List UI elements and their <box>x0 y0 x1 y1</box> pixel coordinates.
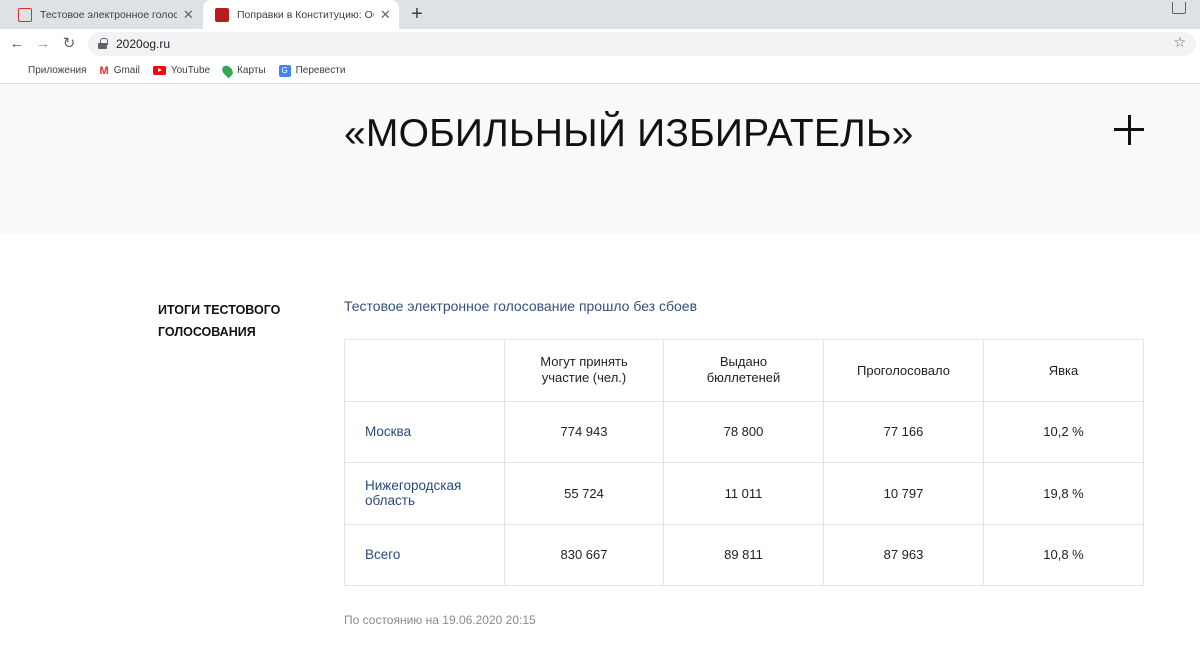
eligible-cell: 830 667 <box>504 523 664 586</box>
table-row: Всего 830 667 89 811 87 963 10,8 % <box>344 523 1144 586</box>
bookmark-label: Gmail <box>113 65 140 76</box>
address-bar[interactable]: 2020og.ru ☆ <box>88 32 1196 56</box>
maps-icon <box>220 63 236 78</box>
turnout-cell: 10,2 % <box>983 400 1144 463</box>
column-header-region <box>344 339 505 402</box>
reload-button[interactable]: ↻ <box>58 33 80 55</box>
region-cell[interactable]: Нижегородская область <box>344 462 505 525</box>
voted-cell: 77 166 <box>823 400 984 463</box>
close-icon[interactable]: ✕ <box>380 7 391 23</box>
section-heading-line1: ИТОГИ ТЕСТОВОГО <box>158 303 281 317</box>
lock-icon[interactable] <box>98 38 108 49</box>
bookmark-translate[interactable]: G Перевести <box>278 64 346 77</box>
section-subtitle: Тестовое электронное голосование прошло … <box>344 298 698 314</box>
region-cell[interactable]: Москва <box>344 400 505 463</box>
bookmark-label: Карты <box>237 65 266 76</box>
bookmark-label: Приложения <box>28 65 87 76</box>
column-header-issued: Выдано бюллетеней <box>663 339 824 402</box>
document-icon <box>18 7 32 22</box>
tab-constitution[interactable]: Поправки в Конституцию: Общеро ✕ <box>203 0 399 29</box>
turnout-cell: 19,8 % <box>983 462 1144 525</box>
expand-plus-icon[interactable] <box>1114 115 1144 145</box>
apps-grid-icon <box>12 65 23 76</box>
hero-banner: «МОБИЛЬНЫЙ ИЗБИРАТЕЛЬ» <box>0 85 1200 234</box>
tab-search-icon[interactable] <box>1172 2 1186 14</box>
toolbar: ← → ↻ 2020og.ru ☆ <box>0 29 1200 58</box>
bookmark-maps[interactable]: Карты <box>220 63 266 78</box>
tab-title: Поправки в Конституцию: Общеро <box>237 8 374 21</box>
table-row: Нижегородская область 55 724 11 011 10 7… <box>344 462 1144 525</box>
bookmarks-bar: Приложения M Gmail YouTube Карты G Перев… <box>0 58 1200 84</box>
tab-strip: Тестовое электронное голосовани ✕ Поправ… <box>0 0 1200 29</box>
issued-cell: 78 800 <box>663 400 824 463</box>
translate-icon: G <box>278 64 291 77</box>
column-header-eligible: Могут принять участие (чел.) <box>504 339 664 402</box>
tab-title: Тестовое электронное голосовани <box>40 8 177 21</box>
column-header-turnout: Явка <box>983 339 1144 402</box>
bookmark-youtube[interactable]: YouTube <box>152 65 211 76</box>
table-row: Москва 774 943 78 800 77 166 10,2 % <box>344 400 1144 463</box>
bookmark-apps[interactable]: Приложения <box>12 65 87 76</box>
column-header-voted: Проголосовало <box>823 339 984 402</box>
bookmark-label: Перевести <box>295 65 346 76</box>
eligible-cell: 774 943 <box>504 400 664 463</box>
turnout-cell: 10,8 % <box>983 523 1144 586</box>
issued-cell: 11 011 <box>663 462 824 525</box>
tab-test-voting[interactable]: Тестовое электронное голосовани ✕ <box>6 0 202 29</box>
forward-button[interactable]: → <box>32 33 54 55</box>
new-tab-button[interactable]: + <box>406 4 428 26</box>
url-text[interactable]: 2020og.ru <box>116 37 170 51</box>
youtube-icon <box>152 66 166 75</box>
table-header-row: Могут принять участие (чел.) Выдано бюлл… <box>344 339 1144 402</box>
voted-cell: 10 797 <box>823 462 984 525</box>
timestamp-note: По состоянию на 19.06.2020 20:15 <box>344 613 536 627</box>
site-logo-icon <box>215 7 229 22</box>
section-heading-line2: ГОЛОСОВАНИЯ <box>158 325 256 339</box>
bookmark-star-icon[interactable]: ☆ <box>1173 34 1186 51</box>
region-cell[interactable]: Всего <box>344 523 505 586</box>
issued-cell: 89 811 <box>663 523 824 586</box>
eligible-cell: 55 724 <box>504 462 664 525</box>
results-table: Могут принять участие (чел.) Выдано бюлл… <box>344 339 1144 586</box>
gmail-icon: M <box>99 64 109 77</box>
section-heading: ИТОГИ ТЕСТОВОГО ГОЛОСОВАНИЯ <box>158 299 318 343</box>
close-icon[interactable]: ✕ <box>183 7 194 23</box>
bookmark-gmail[interactable]: M Gmail <box>100 65 140 77</box>
voted-cell: 87 963 <box>823 523 984 586</box>
back-button[interactable]: ← <box>6 33 28 55</box>
bookmark-label: YouTube <box>170 65 211 76</box>
page-title: «МОБИЛЬНЫЙ ИЗБИРАТЕЛЬ» <box>344 112 914 155</box>
